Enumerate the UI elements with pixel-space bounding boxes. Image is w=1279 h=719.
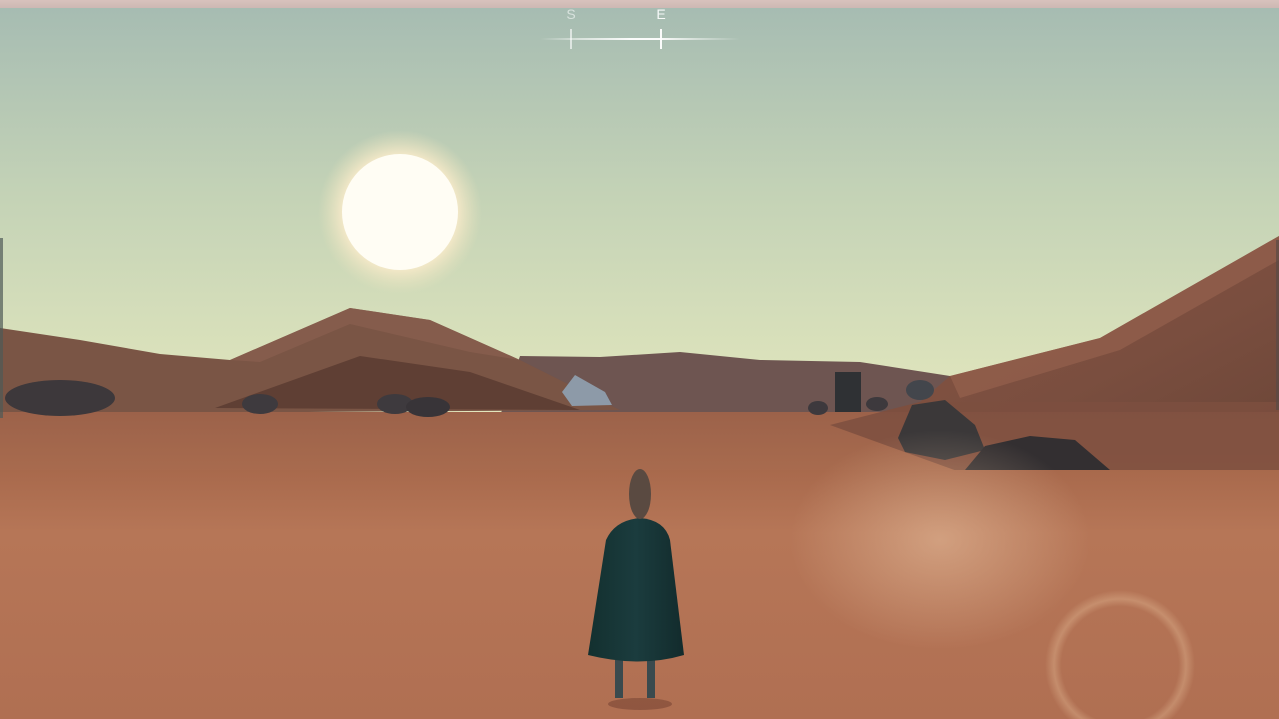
rock bbox=[808, 401, 828, 415]
rock bbox=[866, 397, 888, 411]
player-shadow bbox=[608, 698, 672, 710]
player-leg-left bbox=[615, 660, 623, 698]
rock bbox=[5, 380, 115, 416]
compass-heading-east: E bbox=[656, 6, 666, 22]
desert-scene bbox=[0, 0, 1279, 719]
rock bbox=[242, 394, 278, 414]
rock bbox=[906, 380, 934, 400]
game-viewport[interactable]: S E bbox=[0, 0, 1279, 719]
player-leg-right bbox=[647, 660, 655, 698]
sun bbox=[342, 154, 458, 270]
compass-tick-east bbox=[660, 29, 662, 49]
compass-tick-south bbox=[570, 29, 572, 49]
monolith bbox=[835, 372, 861, 412]
compass: S E bbox=[540, 4, 740, 52]
lens-flare-haze bbox=[790, 430, 1090, 650]
edge-shade-left bbox=[0, 238, 3, 418]
player-head bbox=[629, 469, 651, 519]
compass-heading-south: S bbox=[566, 6, 576, 22]
rock bbox=[406, 397, 450, 417]
